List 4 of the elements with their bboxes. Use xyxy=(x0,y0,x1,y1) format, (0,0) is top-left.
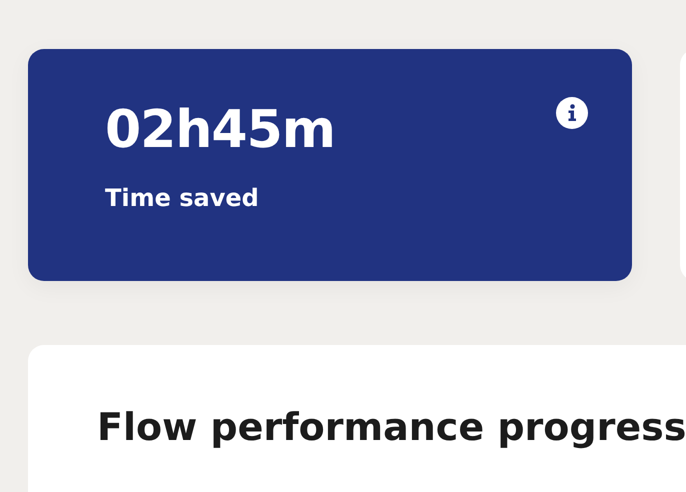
stat-label: Time saved xyxy=(105,184,260,212)
card-title: Flow performance progress xyxy=(97,405,686,449)
stat-value: 02h45m xyxy=(105,104,335,156)
info-icon[interactable] xyxy=(556,97,588,129)
